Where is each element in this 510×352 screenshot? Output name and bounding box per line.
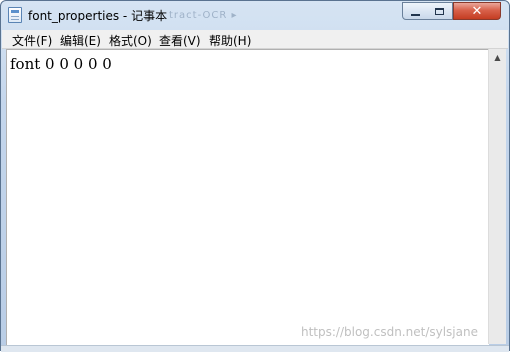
vertical-scrollbar[interactable]: ▲	[488, 49, 506, 344]
maximize-button[interactable]	[427, 2, 453, 20]
menu-edit[interactable]: 编辑(E)	[60, 32, 101, 49]
watermark-text: https://blog.csdn.net/sylsjane	[301, 325, 478, 339]
text-editor[interactable]: font 0 0 0 0 0	[6, 49, 489, 345]
scroll-up-arrow-icon[interactable]: ▲	[489, 49, 506, 66]
menu-file[interactable]: 文件(F)	[12, 32, 52, 49]
menu-format[interactable]: 格式(O)	[109, 32, 152, 49]
close-icon: ✕	[471, 3, 483, 19]
minimize-icon	[410, 13, 420, 16]
minimize-button[interactable]	[402, 2, 428, 20]
notepad-icon	[8, 7, 22, 23]
document-text: font 0 0 0 0 0	[10, 55, 112, 73]
title-bar[interactable]: font_properties - 记事本 tract-OCR ▸ ✕	[1, 1, 509, 29]
background-window-text: tract-OCR ▸	[169, 10, 238, 21]
menu-help[interactable]: 帮助(H)	[209, 32, 251, 49]
close-button[interactable]: ✕	[453, 2, 501, 20]
menu-bar: 文件(F) 编辑(E) 格式(O) 查看(V) 帮助(H)	[2, 30, 508, 49]
window-title: font_properties - 记事本	[28, 9, 168, 23]
notepad-window: font_properties - 记事本 tract-OCR ▸ ✕ 文件(F…	[0, 0, 510, 352]
maximize-icon	[435, 7, 444, 15]
menu-view[interactable]: 查看(V)	[159, 32, 201, 49]
